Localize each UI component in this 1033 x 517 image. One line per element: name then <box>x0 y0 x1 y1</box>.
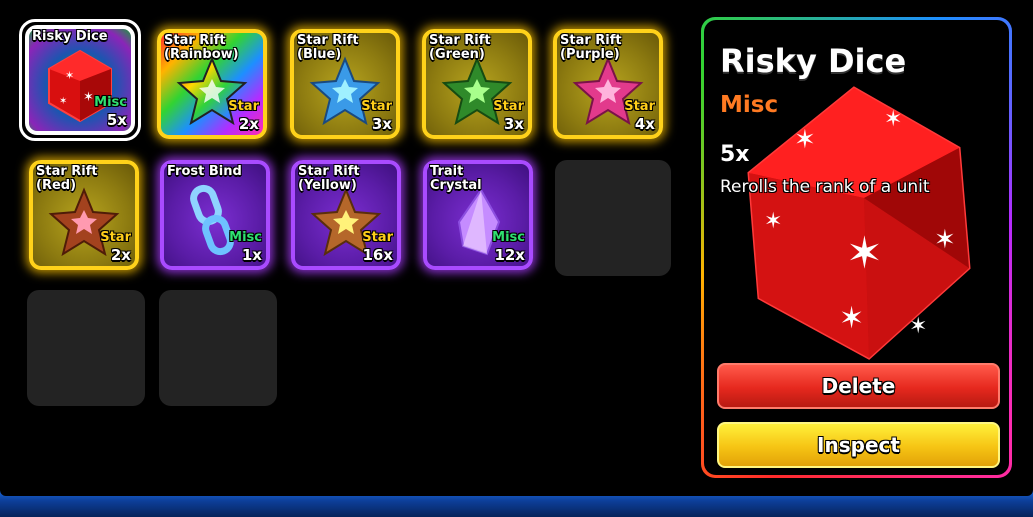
slot-name: Star Rift (Green) <box>429 33 491 62</box>
slot-quantity: 16x <box>362 246 393 264</box>
slot-name: Frost Bind <box>167 164 242 179</box>
slot-quantity: 3x <box>371 115 392 133</box>
slot-name: Star Rift (Yellow) <box>298 164 360 193</box>
slot-tag: Star <box>228 99 259 114</box>
item-category: Misc <box>720 92 779 118</box>
slot-tag: Star <box>624 99 655 114</box>
svg-text:✶: ✶ <box>83 90 94 105</box>
item-title: Risky Dice <box>720 42 907 80</box>
item-detail-panel: ✶ ✶ ✶ ✶ ✶ ✶ ✶ Risky Dice Misc 5x Rerolls… <box>701 17 1012 478</box>
inventory-slot-star-rift-purple[interactable]: Star Rift (Purple) Star 4x <box>553 29 663 139</box>
slot-quantity: 12x <box>494 246 525 264</box>
bottom-hud-bar <box>0 490 1033 517</box>
inventory-slot-frost-bind[interactable]: Frost Bind Misc 1x <box>160 160 270 270</box>
svg-text:✶: ✶ <box>884 107 902 132</box>
svg-text:✶: ✶ <box>764 209 782 234</box>
slot-tag: Misc <box>229 230 262 245</box>
item-detail-panel-body: ✶ ✶ ✶ ✶ ✶ ✶ ✶ Risky Dice Misc 5x Rerolls… <box>704 20 1009 475</box>
slot-name: Star Rift (Red) <box>36 164 98 193</box>
svg-text:✶: ✶ <box>59 96 67 107</box>
slot-name: Star Rift (Blue) <box>297 33 359 62</box>
slot-background <box>27 290 145 406</box>
slot-tag: Star <box>361 99 392 114</box>
slot-background <box>159 290 277 406</box>
inventory-window: Risky Dice ✶ ✶ ✶ Misc 5x Star Rift (Rain… <box>0 0 1033 496</box>
inventory-slot-star-rift-blue[interactable]: Star Rift (Blue) Star 3x <box>290 29 400 139</box>
item-count: 5x <box>720 142 750 167</box>
slot-tag: Misc <box>94 95 127 110</box>
svg-text:✶: ✶ <box>839 301 864 336</box>
slot-quantity: 4x <box>634 115 655 133</box>
svg-text:✶: ✶ <box>65 69 74 82</box>
delete-button[interactable]: Delete <box>717 363 1000 409</box>
slot-name: Trait Crystal <box>430 164 482 193</box>
slot-tag: Star <box>362 230 393 245</box>
inventory-slot-star-rift-rainbow[interactable]: Star Rift (Rainbow) Star 2x <box>157 29 267 139</box>
svg-text:✶: ✶ <box>846 228 883 279</box>
svg-text:✶: ✶ <box>794 125 816 155</box>
inventory-slot-star-rift-red[interactable]: Star Rift (Red) Star 2x <box>29 160 139 270</box>
slot-tag: Misc <box>492 230 525 245</box>
inventory-slot-star-rift-yellow[interactable]: Star Rift (Yellow) Star 16x <box>291 160 401 270</box>
slot-quantity: 2x <box>110 246 131 264</box>
slot-name: Star Rift (Rainbow) <box>164 33 239 62</box>
inventory-slot-star-rift-green[interactable]: Star Rift (Green) Star 3x <box>422 29 532 139</box>
slot-quantity: 3x <box>503 115 524 133</box>
inventory-slot-empty[interactable] <box>159 290 277 406</box>
slot-quantity: 2x <box>238 115 259 133</box>
slot-tag: Star <box>493 99 524 114</box>
svg-text:✶: ✶ <box>934 225 956 255</box>
slot-name: Risky Dice <box>32 29 108 44</box>
inspect-button[interactable]: Inspect <box>717 422 1000 468</box>
inventory-slot-trait-crystal[interactable]: Trait Crystal Misc 12x <box>423 160 533 270</box>
inventory-slot-empty[interactable] <box>555 160 671 276</box>
inventory-slot-risky-dice[interactable]: Risky Dice ✶ ✶ ✶ Misc 5x <box>19 19 141 141</box>
slot-name: Star Rift (Purple) <box>560 33 622 62</box>
inventory-slot-empty[interactable] <box>27 290 145 406</box>
svg-text:✶: ✶ <box>909 314 927 339</box>
slot-quantity: 1x <box>241 246 262 264</box>
dice-icon: ✶ ✶ ✶ ✶ ✶ ✶ ✶ <box>747 86 971 360</box>
slot-tag: Star <box>100 230 131 245</box>
slot-background <box>555 160 671 276</box>
slot-quantity: 5x <box>106 111 127 129</box>
item-description: Rerolls the rank of a unit <box>720 177 930 197</box>
